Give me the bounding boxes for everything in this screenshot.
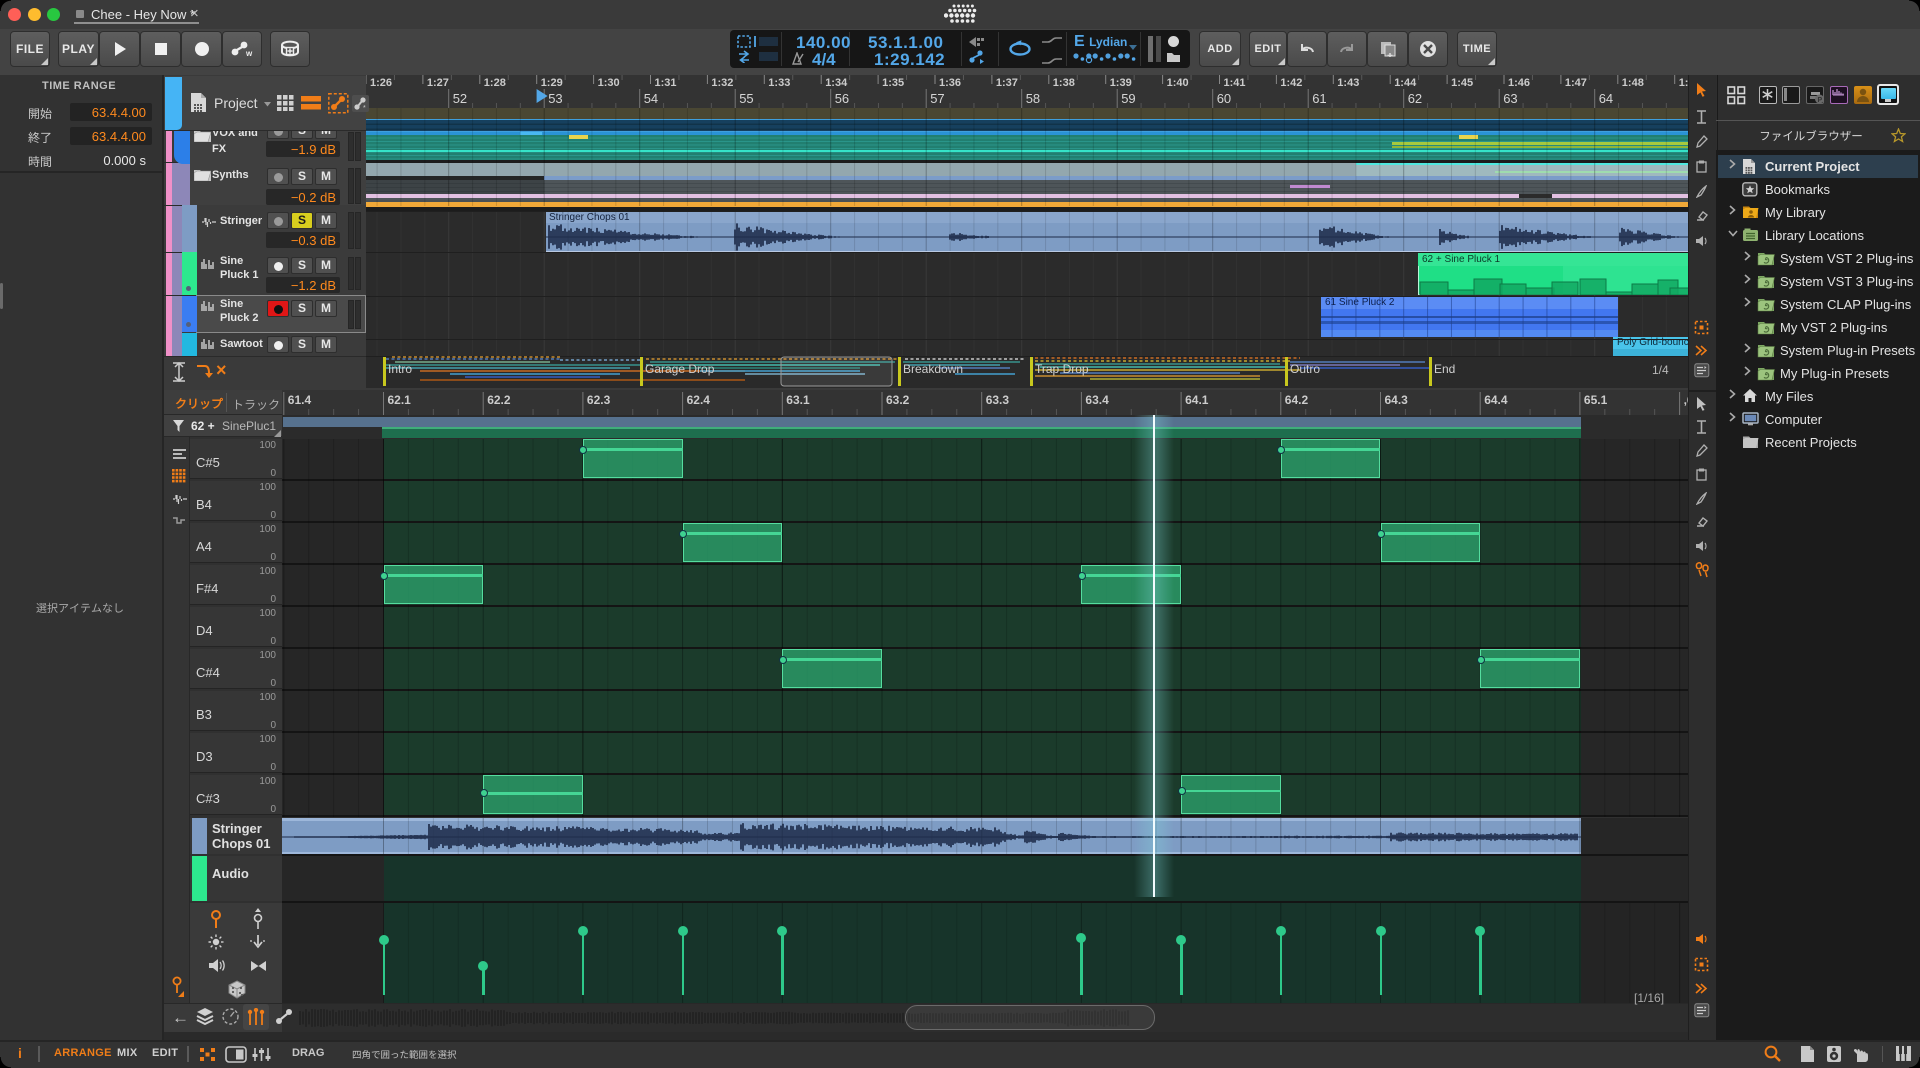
svg-text:62.3: 62.3 xyxy=(587,393,611,407)
svg-text:1:34: 1:34 xyxy=(825,77,848,89)
svg-text:1:37: 1:37 xyxy=(996,77,1018,89)
svg-text:54: 54 xyxy=(644,91,658,106)
svg-text:1:45: 1:45 xyxy=(1451,77,1473,89)
svg-text:62.1: 62.1 xyxy=(388,393,412,407)
svg-text:*: * xyxy=(363,105,366,112)
svg-text:1:40: 1:40 xyxy=(1167,77,1189,89)
svg-text:64: 64 xyxy=(1599,91,1613,106)
svg-text:1:31: 1:31 xyxy=(655,77,677,89)
svg-text:1:41: 1:41 xyxy=(1224,77,1246,89)
svg-text:60: 60 xyxy=(1217,91,1231,106)
svg-text:63.4: 63.4 xyxy=(1085,393,1109,407)
svg-text:1:38: 1:38 xyxy=(1053,77,1075,89)
svg-text:63: 63 xyxy=(1503,91,1517,106)
svg-text:1:47: 1:47 xyxy=(1565,77,1587,89)
svg-text:64.3: 64.3 xyxy=(1385,393,1409,407)
svg-text:55: 55 xyxy=(739,91,753,106)
svg-text:1:42: 1:42 xyxy=(1280,77,1302,89)
svg-text:56: 56 xyxy=(835,91,849,106)
svg-text:63.2: 63.2 xyxy=(886,393,910,407)
svg-text:1:43: 1:43 xyxy=(1337,77,1359,89)
svg-text:52: 52 xyxy=(453,91,467,106)
svg-text:1:44: 1:44 xyxy=(1394,77,1417,89)
svg-text:1:36: 1:36 xyxy=(939,77,961,89)
svg-text:1:46: 1:46 xyxy=(1508,77,1530,89)
svg-text:64.1: 64.1 xyxy=(1185,393,1209,407)
svg-text:62: 62 xyxy=(1408,91,1422,106)
svg-text:P: P xyxy=(1818,97,1823,104)
svg-text:59: 59 xyxy=(1121,91,1135,106)
svg-text:1:39: 1:39 xyxy=(1110,77,1132,89)
svg-text:1:33: 1:33 xyxy=(768,77,790,89)
svg-text:1:32: 1:32 xyxy=(711,77,733,89)
svg-text:1:27: 1:27 xyxy=(427,77,449,89)
svg-text:53: 53 xyxy=(548,91,562,106)
svg-text:63.1: 63.1 xyxy=(786,393,810,407)
svg-text:,6: ,6 xyxy=(1684,393,1688,407)
svg-text:64.2: 64.2 xyxy=(1285,393,1309,407)
svg-text:1:30: 1:30 xyxy=(598,77,620,89)
svg-text:62.2: 62.2 xyxy=(487,393,511,407)
svg-text:1:35: 1:35 xyxy=(882,77,904,89)
svg-text:61.4: 61.4 xyxy=(288,393,312,407)
svg-text:58: 58 xyxy=(1026,91,1040,106)
svg-text:62.4: 62.4 xyxy=(687,393,711,407)
svg-text:1:29: 1:29 xyxy=(541,77,563,89)
svg-text:w: w xyxy=(245,49,253,57)
svg-text:61: 61 xyxy=(1312,91,1326,106)
svg-text:57: 57 xyxy=(930,91,944,106)
svg-text:1:28: 1:28 xyxy=(484,77,506,89)
svg-text:64.4: 64.4 xyxy=(1484,393,1508,407)
svg-text:63.3: 63.3 xyxy=(986,393,1010,407)
svg-text:1:48: 1:48 xyxy=(1622,77,1644,89)
svg-text:65.1: 65.1 xyxy=(1584,393,1608,407)
svg-text:1:26: 1:26 xyxy=(370,77,392,89)
